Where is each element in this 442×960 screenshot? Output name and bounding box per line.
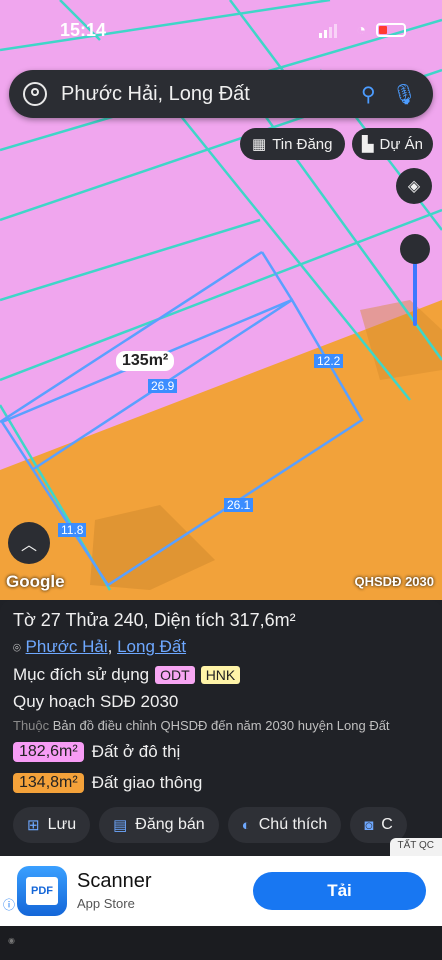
address-separator: , (107, 637, 113, 656)
listings-label: Tin Đăng (272, 135, 333, 153)
bottom-bar: ◉ (0, 926, 442, 960)
area-value: 134,8m² (13, 773, 84, 793)
listing-icon: ▤ (113, 817, 128, 834)
ad-install-button[interactable]: Tải (253, 872, 426, 910)
dimension-label: 12.2 (314, 354, 344, 368)
pin-icon: ⌾ (13, 640, 21, 655)
search-input[interactable]: Phước Hải, Long Đất (61, 83, 361, 106)
search-icon[interactable]: ⚲ (361, 82, 376, 107)
dimension-label: 11.8 (58, 523, 87, 537)
ad-banner[interactable]: PDF Scanner App Store Tải ⓘ (0, 856, 442, 926)
save-button[interactable]: ⊞ Lưu (13, 807, 91, 843)
purpose-badge: HNK (200, 666, 241, 684)
plan-title: Quy hoạch SDĐ 2030 (13, 692, 179, 711)
layers-button[interactable]: ◈ (396, 168, 432, 204)
microphone-icon[interactable]: 🎙 (392, 82, 417, 107)
post-sale-button[interactable]: ▤ Đăng bán (99, 807, 219, 843)
status-bar: 15:14 ◔ (0, 18, 442, 44)
battery-icon (376, 23, 406, 37)
post-sale-label: Đăng bán (135, 816, 205, 833)
area-label: Đất ở đô thị (91, 742, 181, 761)
bookmark-add-icon: ⊞ (27, 817, 40, 834)
listings-button[interactable]: ▦ Tin Đăng (240, 128, 345, 160)
purpose-label: Mục đích sử dụng (13, 665, 150, 684)
layer-name: QHSDĐ 2030 (354, 574, 434, 589)
dimension-label: 26.1 (224, 498, 254, 512)
dimension-label: 26.9 (148, 379, 178, 393)
ward-link[interactable]: Phước Hải (26, 637, 108, 656)
status-time: 15:14 (60, 20, 107, 40)
save-label: Lưu (47, 816, 77, 833)
account-icon[interactable] (23, 82, 47, 106)
projects-label: Dự Án (379, 135, 423, 153)
map-view[interactable]: 135m² 26.9 12.2 26.1 11.8 15:14 ◔ Phước … (0, 0, 442, 600)
area-label: 135m² (116, 351, 175, 371)
layers-icon: ◈ (407, 178, 421, 195)
district-link[interactable]: Long Đất (117, 637, 186, 656)
list-icon: ▦ (252, 136, 267, 153)
area-label: Đất giao thông (91, 773, 203, 792)
action-bar: ⊞ Lưu ▤ Đăng bán ◐ Chú thích ◙ C (13, 807, 407, 843)
hide-ads-button[interactable]: TẤT QC (389, 838, 442, 856)
watermark-logo: ◉ (8, 936, 15, 945)
ad-info-icon[interactable]: ⓘ (3, 896, 15, 913)
legend-label: Chú thích (258, 816, 328, 833)
search-bar[interactable]: Phước Hải, Long Đất ⚲ 🎙 (9, 70, 433, 118)
projects-button[interactable]: ▙ Dự Án (352, 128, 433, 160)
pdf-icon: PDF (26, 877, 58, 905)
parcel-title: Tờ 27 Thửa 240, Diện tích 317,6m² (13, 610, 296, 630)
screenshot-label: C (381, 816, 393, 833)
purpose-badge: ODT (155, 666, 195, 684)
chevron-up-icon: ︿ (20, 537, 37, 554)
area-value: 182,6m² (13, 742, 84, 762)
expand-button[interactable]: ︿ (8, 522, 50, 564)
plan-source: Thuộc Bản đồ điều chỉnh QHSDĐ đến năm 20… (13, 718, 390, 733)
area-row-residential: 182,6m² Đất ở đô thị (13, 742, 180, 762)
area-row-transport: 134,8m² Đất giao thông (13, 773, 202, 793)
scanner-app-icon: PDF (17, 866, 67, 916)
google-logo: Google (6, 572, 65, 591)
land-purpose: Mục đích sử dụng ODT HNK (13, 665, 241, 685)
wifi-icon: ◔ (356, 22, 366, 39)
parcel-info-sheet: Tờ 27 Thửa 240, Diện tích 317,6m² ⌾ Phướ… (0, 600, 442, 855)
building-icon: ▙ (362, 136, 374, 153)
ad-store: App Store (77, 896, 135, 911)
camera-icon: ◙ (364, 816, 374, 834)
contrast-icon: ◐ (241, 816, 251, 834)
legend-button[interactable]: ◐ Chú thích (227, 807, 342, 843)
ad-app-name: Scanner (77, 870, 152, 892)
opacity-slider-handle[interactable] (400, 234, 430, 264)
source-prefix: Thuộc (13, 718, 50, 733)
source-text: Bản đồ điều chỉnh QHSDĐ đến năm 2030 huy… (52, 718, 390, 733)
parcel-address: ⌾ Phước Hải, Long Đất (13, 637, 186, 657)
signal-icon (319, 24, 337, 38)
